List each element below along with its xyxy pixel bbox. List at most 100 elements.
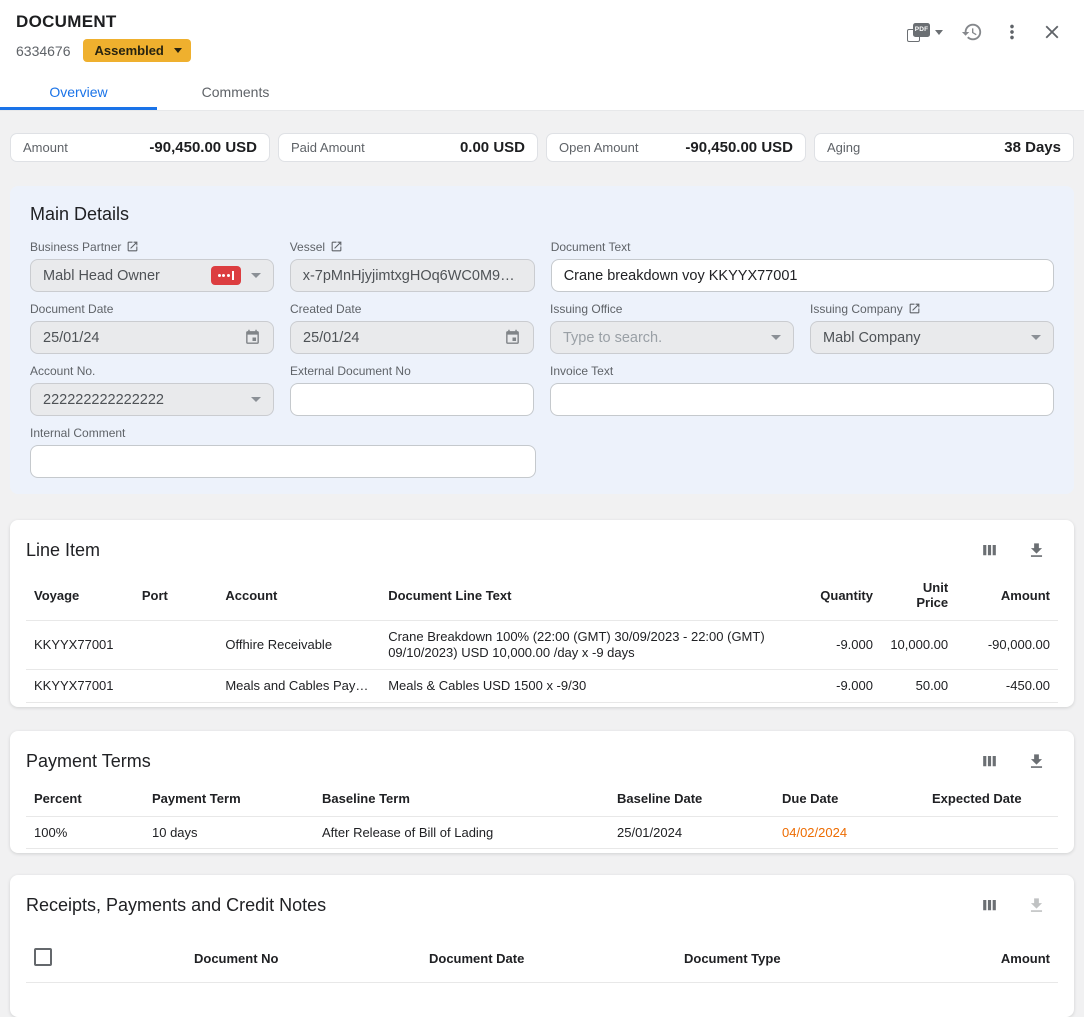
summary-label: Open Amount [559,140,639,155]
line-item-table: Voyage Port Account Document Line Text Q… [26,570,1058,703]
business-partner-field: Business Partner Mabl Head Owner [30,239,274,292]
summary-label: Aging [827,140,860,155]
download-button[interactable] [1025,539,1048,562]
column-settings-button[interactable] [978,750,1001,773]
invoice-text-label: Invoice Text [550,364,613,378]
column-header-baseline-date: Baseline Date [609,781,774,817]
calendar-icon [504,329,521,346]
column-settings-button[interactable] [978,539,1001,562]
cell-quantity: -9.000 [791,670,881,703]
line-item-row[interactable]: KKYYX77001 Meals and Cables Pay… Meals &… [26,670,1058,703]
cell-baseline-term: After Release of Bill of Lading [314,817,609,849]
external-link-icon[interactable] [330,240,343,253]
cell-port [134,621,217,670]
external-document-no-input[interactable] [290,383,534,416]
cell-port [134,670,217,703]
column-header-amount: Amount [956,570,1058,621]
issuing-office-field: Issuing Office Type to search. [550,301,794,354]
cell-account: Offhire Receivable [217,621,380,670]
summary-label: Paid Amount [291,140,365,155]
chevron-down-icon [935,30,943,35]
internal-comment-field: Internal Comment [30,425,536,478]
pdf-export-button[interactable]: PDF [902,18,948,47]
cell-amount: -90,000.00 [956,621,1058,670]
tab-bar: Overview Comments [0,74,1084,111]
tab-overview[interactable]: Overview [0,74,157,110]
receipts-section: Receipts, Payments and Credit Notes [10,875,1074,1017]
cell-baseline-date: 25/01/2024 [609,817,774,849]
cell-payment-term: 10 days [144,817,314,849]
issuing-company-label: Issuing Company [810,302,903,316]
payment-term-row[interactable]: 100% 10 days After Release of Bill of La… [26,817,1058,849]
cell-percent: 100% [26,817,144,849]
issuing-company-select: Mabl Company [810,321,1054,354]
status-badge[interactable]: Assembled [83,39,191,62]
cell-voyage: KKYYX77001 [26,621,134,670]
cell-document-line-text: Meals & Cables USD 1500 x -9/30 [380,670,791,703]
external-link-icon[interactable] [126,240,139,253]
document-text-field: Document Text [551,239,1054,292]
cell-expected-date [924,817,1058,849]
column-header-expected-date: Expected Date [924,781,1058,817]
summary-card-open-amount: Open Amount -90,450.00 USD [546,133,806,162]
column-header-payment-term: Payment Term [144,781,314,817]
account-no-select: 222222222222222 [30,383,274,416]
issuing-company-field: Issuing Company Mabl Company [810,301,1054,354]
pdf-icon: PDF [907,23,930,42]
cell-unit-price: 50.00 [881,670,956,703]
column-header-baseline-term: Baseline Term [314,781,609,817]
vessel-field: Vessel x-7pMnHjyjimtxgHOq6WC0M9SNft… [290,239,535,292]
issuing-office-placeholder: Type to search. [563,330,761,346]
external-link-icon[interactable] [908,302,921,315]
document-number: 6334676 [16,43,71,59]
summary-value: 0.00 USD [460,139,525,156]
column-header-account: Account [217,570,380,621]
cell-unit-price: 10,000.00 [881,621,956,670]
account-no-label: Account No. [30,364,95,378]
section-title: Main Details [30,202,1054,226]
page-title: DOCUMENT [16,12,191,32]
business-partner-select: Mabl Head Owner [30,259,274,292]
chevron-down-icon [1031,335,1041,340]
download-button[interactable] [1025,750,1048,773]
internal-comment-input[interactable] [30,445,536,478]
close-icon [1041,21,1063,43]
document-content: Amount -90,450.00 USD Paid Amount 0.00 U… [0,111,1084,1017]
more-options-button[interactable] [996,16,1028,48]
receipts-table: Document No Document Date Document Type … [26,935,1058,983]
section-title: Line Item [26,538,100,562]
history-icon [961,21,983,43]
column-header-document-no: Document No [186,935,421,983]
document-header: DOCUMENT 6334676 Assembled PDF [0,0,1084,111]
download-icon [1027,752,1046,771]
column-header-amount: Amount [956,935,1058,983]
document-date-label: Document Date [30,302,113,316]
summary-value: -90,450.00 USD [149,139,257,156]
cell-voyage: KKYYX77001 [26,670,134,703]
history-button[interactable] [956,16,988,48]
business-partner-label: Business Partner [30,240,121,254]
close-button[interactable] [1036,16,1068,48]
select-all-checkbox[interactable] [34,948,52,966]
calendar-icon [244,329,261,346]
column-header-percent: Percent [26,781,144,817]
chevron-down-icon [771,335,781,340]
column-header-document-type: Document Type [676,935,956,983]
column-settings-button[interactable] [978,894,1001,917]
section-title: Payment Terms [26,749,151,773]
summary-label: Amount [23,140,68,155]
chevron-down-icon [251,397,261,402]
document-text-input[interactable] [551,259,1054,292]
issuing-office-label: Issuing Office [550,302,622,316]
cell-quantity: -9.000 [791,621,881,670]
internal-comment-label: Internal Comment [30,426,125,440]
invoice-text-input[interactable] [550,383,1054,416]
line-item-row[interactable]: KKYYX77001 Offhire Receivable Crane Brea… [26,621,1058,670]
tab-comments[interactable]: Comments [157,74,314,110]
credit-alert-icon [211,266,241,285]
document-text-label: Document Text [551,240,631,254]
cell-amount: -450.00 [956,670,1058,703]
empty-table-area [26,983,1058,1017]
summary-card-aging: Aging 38 Days [814,133,1074,162]
line-item-section: Line Item Voyage Port Ac [10,520,1074,707]
